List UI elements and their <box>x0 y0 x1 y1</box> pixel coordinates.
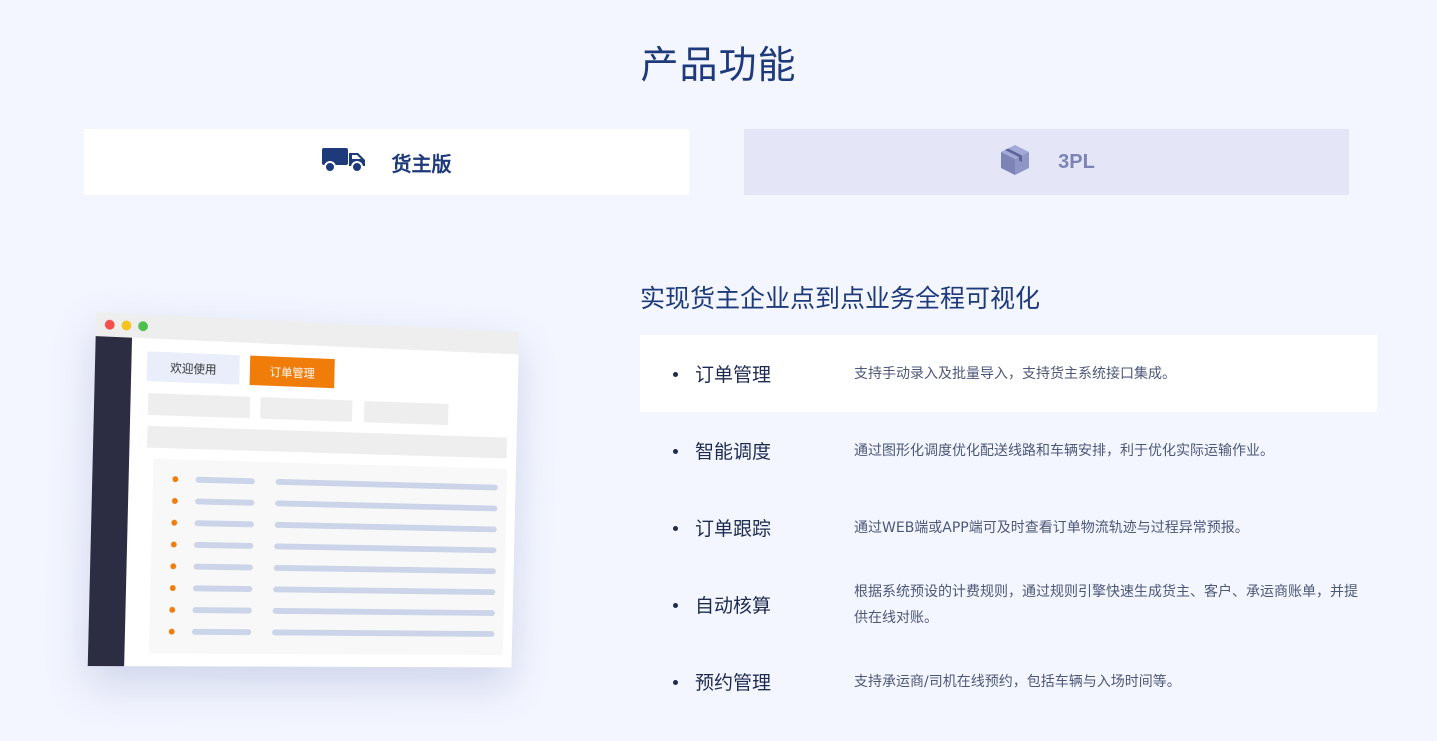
app-illustration: 欢迎使用 订单管理 <box>87 312 520 668</box>
feature-order-tracking[interactable]: 订单跟踪 通过WEB端或APP端可及时查看订单物流轨迹与过程异常预报。 <box>640 489 1377 566</box>
bullet-dot <box>673 525 678 531</box>
maximize-dot <box>138 321 149 332</box>
close-dot <box>104 319 115 330</box>
section-title: 实现货主企业点到点业务全程可视化 <box>640 284 1041 313</box>
mock-filter <box>363 400 449 426</box>
feature-desc: 通过图形化调度优化配送线路和车辆安排，利于优化实际运输作业。 <box>854 442 1274 459</box>
feature-smart-dispatch[interactable]: 智能调度 通过图形化调度优化配送线路和车辆安排，利于优化实际运输作业。 <box>640 412 1377 489</box>
mock-sidebar <box>87 336 133 667</box>
mock-row <box>149 627 503 637</box>
feature-name: 订单跟踪 <box>695 518 772 540</box>
mock-row <box>150 584 504 596</box>
mock-row <box>151 540 505 554</box>
bullet-dot <box>673 371 678 377</box>
mock-row <box>152 496 506 512</box>
feature-desc: 支持手动录入及批量导入，支持货主系统接口集成。 <box>854 365 1176 382</box>
feature-name: 自动核算 <box>695 595 772 617</box>
minimize-dot <box>121 320 132 331</box>
mock-row <box>150 606 504 617</box>
bullet-dot <box>673 448 678 454</box>
feature-name: 订单管理 <box>695 364 772 386</box>
mock-list <box>148 458 508 656</box>
box-icon <box>998 143 1032 181</box>
mock-window: 欢迎使用 订单管理 <box>87 312 520 668</box>
truck-icon <box>321 147 366 177</box>
tab-3pl[interactable]: 3PL <box>744 129 1349 195</box>
feature-name: 预约管理 <box>695 672 772 694</box>
feature-appointment-management[interactable]: 预约管理 支持承运商/司机在线预约，包括车辆与入场时间等。 <box>640 643 1377 720</box>
bullet-dot <box>673 602 678 608</box>
tab-label: 3PL <box>1058 150 1095 173</box>
feature-desc: 根据系统预设的计费规则，通过规则引擎快速生成货主、客户、承运商账单，并提供在线对… <box>854 583 1358 626</box>
feature-auto-accounting[interactable]: 自动核算 根据系统预设的计费规则，通过规则引擎快速生成货主、客户、承运商账单，并… <box>640 566 1377 643</box>
feature-name: 智能调度 <box>695 441 772 463</box>
mock-row <box>152 518 506 533</box>
bullet-dot <box>673 679 678 685</box>
mock-filter <box>147 393 251 419</box>
mock-table-header <box>146 425 507 459</box>
mock-tab-orders: 订单管理 <box>249 355 335 389</box>
feature-desc: 通过WEB端或APP端可及时查看订单物流轨迹与过程异常预报。 <box>854 519 1249 536</box>
mock-row <box>153 475 507 492</box>
feature-desc: 支持承运商/司机在线预约，包括车辆与入场时间等。 <box>854 673 1181 690</box>
mock-filter <box>260 397 353 422</box>
mock-titlebar <box>95 312 520 355</box>
mock-row <box>151 562 505 575</box>
mock-tab-welcome: 欢迎使用 <box>146 351 240 385</box>
page-title: 产品功能 <box>640 43 797 87</box>
feature-list: 订单管理 支持手动录入及批量导入，支持货主系统接口集成。 智能调度 通过图形化调… <box>640 335 1377 720</box>
feature-order-management[interactable]: 订单管理 支持手动录入及批量导入，支持货主系统接口集成。 <box>640 335 1377 412</box>
tab-shipper[interactable]: 货主版 <box>84 129 689 195</box>
tab-label: 货主版 <box>391 151 452 176</box>
